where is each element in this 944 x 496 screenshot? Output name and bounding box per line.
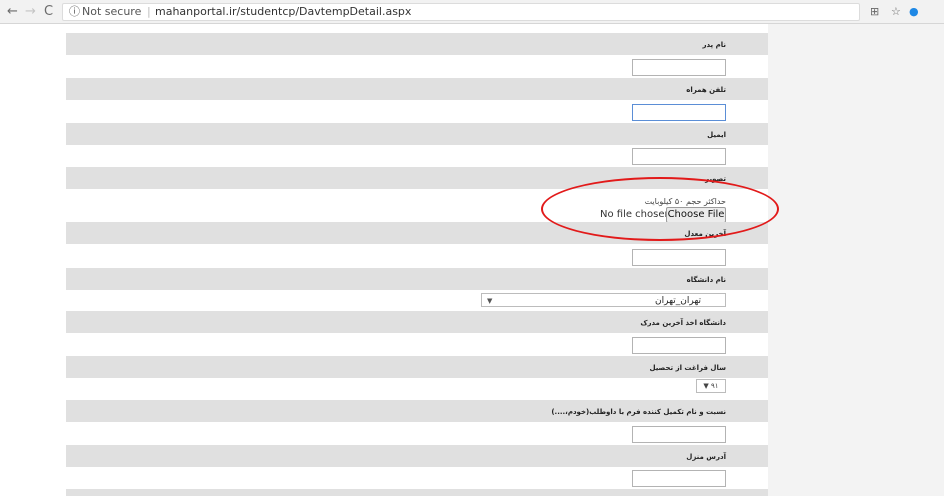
no-file-chosen-text: No file chosen — [600, 209, 671, 220]
url-text: mahanportal.ir/studentcp/DavtempDetail.a… — [155, 5, 412, 18]
degree-university-input[interactable] — [632, 337, 726, 354]
extension-icon[interactable]: ● — [909, 4, 919, 20]
field-label-graduation-year: سال فراغت از تحصیل — [66, 356, 768, 378]
chevron-down-icon: ▼ — [487, 297, 493, 305]
info-icon[interactable]: ⓘ — [69, 4, 80, 20]
field-label-photo: تصویر — [66, 167, 768, 189]
back-arrow-icon[interactable]: ← — [7, 3, 18, 21]
page-viewport: نام پدر تلفن همراه ایمیل تصویر حداکثر حج… — [0, 24, 944, 496]
home-address-input[interactable] — [632, 470, 726, 487]
security-label: Not secure — [82, 5, 142, 18]
next-field-label-bar — [66, 489, 768, 496]
field-label-last-gpa: آخرین معدل — [66, 222, 768, 244]
address-separator: | — [147, 5, 151, 18]
photo-size-hint: حداکثر حجم ۵۰ کیلوبایت — [644, 197, 726, 206]
university-select-value: تهران_تهران — [655, 296, 701, 306]
reload-icon[interactable]: C — [44, 3, 53, 21]
choose-file-button[interactable]: Choose File — [666, 207, 726, 223]
last-gpa-input[interactable] — [632, 249, 726, 266]
father-name-input[interactable] — [632, 59, 726, 76]
field-label-home-address: آدرس منزل — [66, 445, 768, 467]
browser-toolbar: ← → C ⓘ Not secure | mahanportal.ir/stud… — [0, 0, 944, 24]
student-form: نام پدر تلفن همراه ایمیل تصویر حداکثر حج… — [40, 24, 779, 496]
field-label-mobile: تلفن همراه — [66, 78, 768, 100]
mobile-input[interactable] — [632, 104, 726, 121]
graduation-year-select[interactable]: ▼ ۹۱ — [696, 379, 726, 393]
translate-icon[interactable]: ⊞ — [870, 4, 879, 20]
university-select[interactable]: ▼ تهران_تهران — [481, 293, 726, 307]
field-label-email: ایمیل — [66, 123, 768, 145]
forward-arrow-icon[interactable]: → — [25, 3, 36, 21]
page-side-background — [768, 24, 944, 496]
address-bar[interactable]: ⓘ Not secure | mahanportal.ir/studentcp/… — [62, 3, 860, 21]
field-label-form-filler: نسبت و نام تکمیل کننده فرم با داوطلب(خود… — [66, 400, 768, 422]
form-filler-input[interactable] — [632, 426, 726, 443]
field-label-degree-university: دانشگاه اخذ آخرین مدرک — [66, 311, 768, 333]
field-label-university: نام دانشگاه — [66, 268, 768, 290]
field-label-father-name: نام پدر — [66, 33, 768, 55]
email-input[interactable] — [632, 148, 726, 165]
bookmark-star-icon[interactable]: ☆ — [891, 4, 901, 20]
